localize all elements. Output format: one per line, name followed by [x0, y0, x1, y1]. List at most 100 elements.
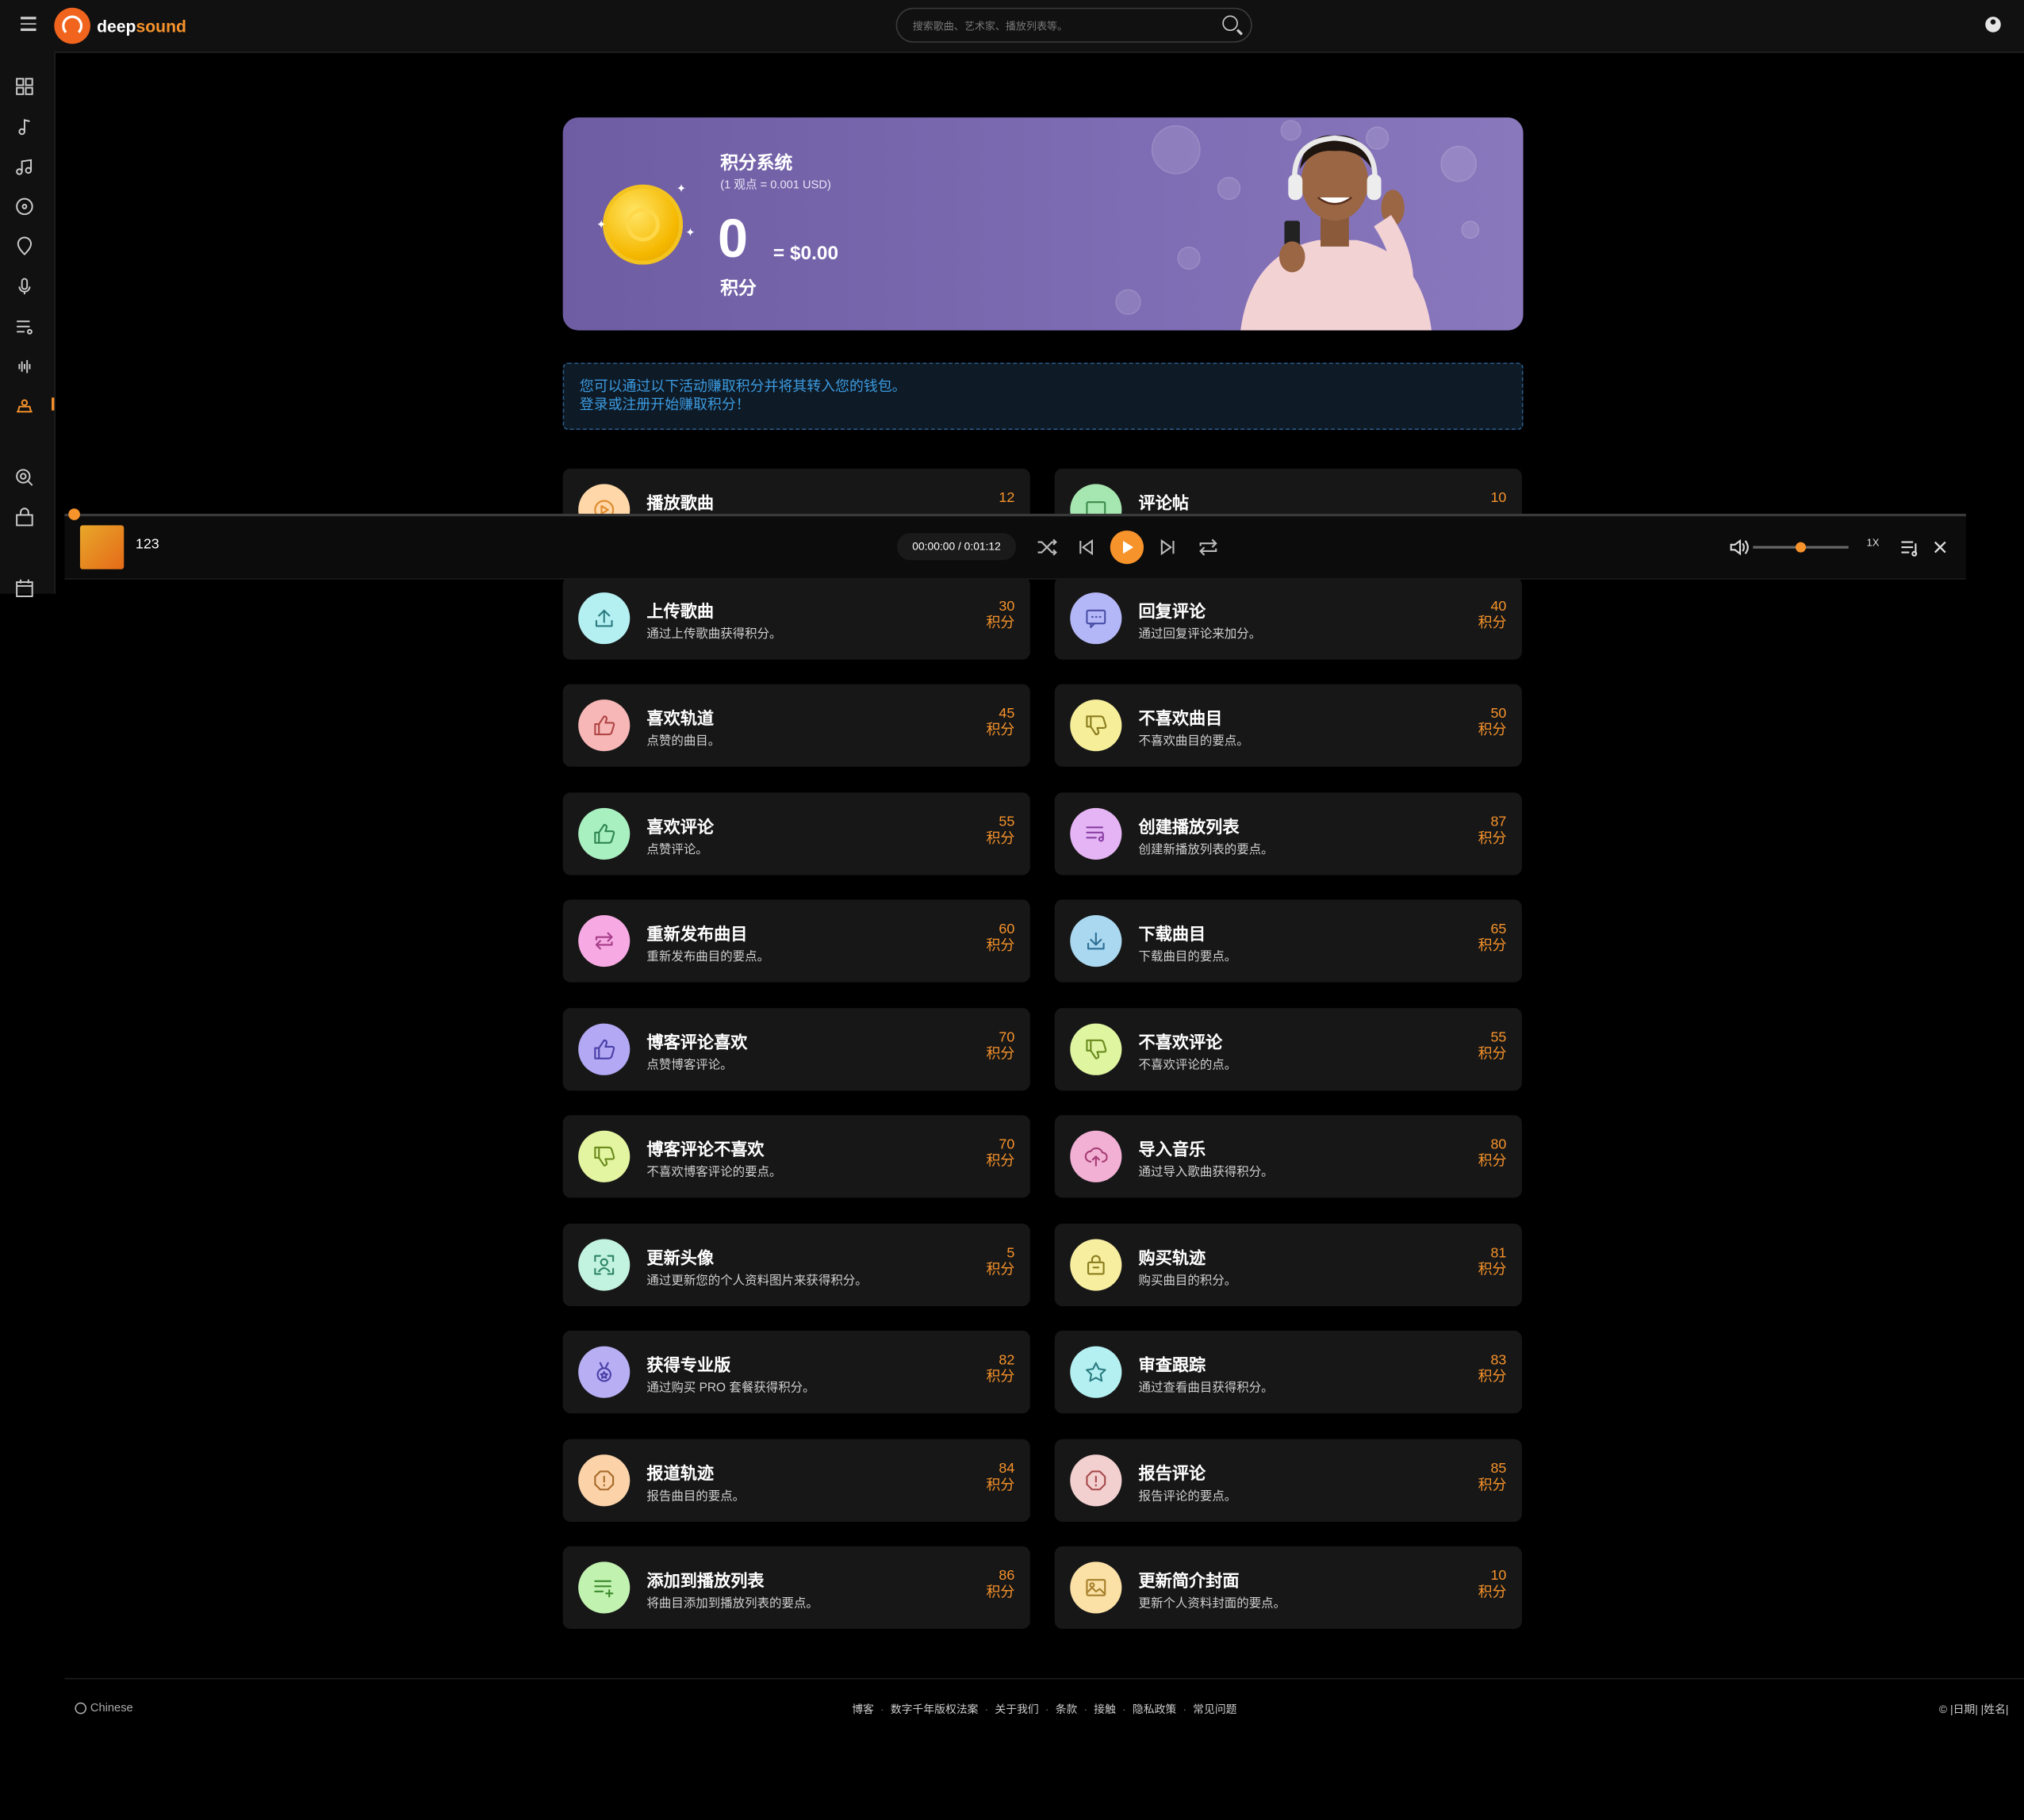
- footer-link[interactable]: 隐私政策: [1133, 1703, 1176, 1715]
- volume-icon[interactable]: [1727, 535, 1750, 558]
- activity-title: 导入音乐: [1138, 1140, 1206, 1159]
- thumbs-up-icon: [578, 1023, 631, 1075]
- activity-description: 报告曲目的要点。: [646, 1489, 746, 1504]
- gold-coin-icon: [603, 184, 684, 265]
- sidebar-points-icon[interactable]: [14, 397, 35, 417]
- thumbs-down-icon: [578, 1130, 631, 1182]
- activity-points-value: 55: [999, 814, 1015, 830]
- activity-description: 通过更新您的个人资料图片来获得积分。: [646, 1274, 868, 1289]
- sidebar-search-icon[interactable]: [14, 467, 35, 488]
- points-activity-card: 更新头像 通过更新您的个人资料图片来获得积分。 5 积分: [562, 1223, 1030, 1307]
- sidebar-songs-icon[interactable]: [14, 156, 35, 177]
- decor-bubble: [1115, 289, 1141, 316]
- footer-link[interactable]: 常见问题: [1193, 1703, 1236, 1715]
- previous-track-icon[interactable]: [1074, 535, 1097, 558]
- shuffle-icon[interactable]: [1035, 535, 1058, 558]
- sidebar-music-note-icon[interactable]: [14, 116, 35, 136]
- sparkle-icon: ✦: [676, 182, 687, 195]
- search-box: [895, 7, 1252, 43]
- activity-points: 12: [999, 490, 1014, 507]
- activity-points-unit: 积分: [986, 1046, 1015, 1063]
- language-selector[interactable]: Chinese: [75, 1701, 133, 1714]
- activity-points-unit: 积分: [986, 1584, 1015, 1601]
- activity-points: 84 积分: [986, 1461, 1014, 1494]
- track-progress-bar[interactable]: [64, 508, 1966, 520]
- logo[interactable]: deepsound: [54, 7, 186, 44]
- activity-title: 不喜欢评论: [1138, 1033, 1223, 1052]
- sidebar-calendar-icon[interactable]: [14, 578, 35, 599]
- activity-title: 购买轨迹: [1138, 1247, 1206, 1268]
- sidebar-discover-icon[interactable]: [14, 76, 35, 97]
- play-button[interactable]: [1110, 530, 1144, 565]
- volume-knob[interactable]: [1795, 542, 1807, 553]
- footer-link[interactable]: 关于我们: [995, 1703, 1038, 1715]
- track-time: 00:00:00 / 0:01:12: [897, 533, 1016, 561]
- sidebar-store-icon[interactable]: [14, 508, 35, 528]
- activity-points-value: 80: [1490, 1136, 1507, 1153]
- footer-link[interactable]: 博客: [852, 1703, 874, 1715]
- activity-title: 重新发布曲目: [646, 924, 748, 944]
- user-account-icon[interactable]: [1985, 17, 2001, 33]
- points-activity-card: 导入音乐 通过导入歌曲获得积分。 80 积分: [1054, 1115, 1522, 1198]
- points-activity-card: 报告评论 报告评论的要点。 85 积分: [1054, 1439, 1522, 1522]
- sidebar-album-icon[interactable]: [14, 196, 35, 216]
- globe-icon: [75, 1701, 87, 1714]
- sidebar-location-icon[interactable]: [14, 236, 35, 257]
- headphones-logo-icon: [54, 7, 90, 44]
- activity-points-unit: 积分: [986, 1262, 1015, 1278]
- next-track-icon[interactable]: [1156, 535, 1179, 558]
- sidebar-playlist-icon[interactable]: [14, 316, 35, 337]
- footer-link[interactable]: 条款: [1056, 1703, 1078, 1715]
- points-activity-card: 喜欢轨道 点赞的曲目。 45 积分: [562, 684, 1030, 767]
- sidebar-waveform-icon[interactable]: [14, 356, 35, 377]
- thumbs-down-icon: [1070, 699, 1122, 752]
- thumbs-up-icon: [578, 699, 631, 752]
- activity-points: 40 积分: [1478, 599, 1507, 632]
- image-icon: [1070, 1561, 1122, 1614]
- report-icon: [578, 1454, 631, 1507]
- activity-points-value: 55: [1490, 1029, 1507, 1046]
- search-input[interactable]: [910, 13, 1213, 39]
- activity-points-value: 12: [999, 490, 1015, 507]
- points-activity-card: 不喜欢曲目 不喜欢曲目的要点。 50 积分: [1054, 684, 1522, 767]
- activity-points-value: 40: [1490, 599, 1507, 615]
- current-track-title[interactable]: 123: [136, 537, 159, 553]
- repeat-icon[interactable]: [1197, 535, 1220, 558]
- search-icon[interactable]: [1222, 15, 1238, 32]
- queue-icon[interactable]: [1898, 535, 1921, 558]
- track-cover-art[interactable]: [79, 525, 125, 569]
- logo-text: deepsound: [97, 16, 186, 36]
- activity-points: 81 积分: [1478, 1246, 1507, 1279]
- activity-description: 通过购买 PRO 套餐获得积分。: [646, 1381, 815, 1396]
- points-activity-card: 喜欢评论 点赞评论。 55 积分: [562, 792, 1030, 876]
- sparkle-icon: ✦: [596, 218, 607, 232]
- activity-title: 博客评论喜欢: [646, 1033, 748, 1052]
- reply-icon: [1070, 592, 1122, 645]
- activity-title: 不喜欢曲目: [1138, 708, 1223, 728]
- bag-icon: [1070, 1239, 1122, 1291]
- activity-points: 45 积分: [986, 706, 1014, 739]
- activity-points-unit: 积分: [986, 615, 1015, 631]
- activity-points-unit: 积分: [986, 1154, 1015, 1170]
- footer-link[interactable]: 数字千年版权法案: [891, 1703, 979, 1715]
- volume-slider[interactable]: [1753, 542, 1849, 553]
- footer-separator: ·: [1122, 1702, 1126, 1716]
- activity-points-value: 70: [999, 1029, 1015, 1046]
- activity-points-value: 60: [999, 921, 1015, 937]
- earn-points-info-alert: 您可以通过以下活动赚取积分并将其转入您的钱包。 登录或注册开始赚取积分！: [562, 362, 1524, 430]
- progress-knob[interactable]: [68, 508, 80, 520]
- points-activity-card: 审查跟踪 通过查看曲目获得积分。 83 积分: [1054, 1331, 1522, 1414]
- close-player-icon[interactable]: [1929, 535, 1952, 558]
- activity-title: 评论帖: [1138, 492, 1190, 513]
- activity-points-value: 70: [999, 1136, 1015, 1153]
- points-activity-card: 不喜欢评论 不喜欢评论的点。 55 积分: [1054, 1008, 1522, 1091]
- activity-points-unit: 积分: [1478, 1584, 1507, 1601]
- sidebar-microphone-icon[interactable]: [14, 276, 35, 297]
- points-balance: 0: [717, 208, 748, 269]
- menu-icon[interactable]: [21, 17, 36, 31]
- footer-link[interactable]: 接触: [1094, 1703, 1116, 1715]
- decor-bubble: [1177, 246, 1201, 270]
- activity-points-value: 10: [1490, 490, 1507, 507]
- points-activity-card: 回复评论 通过回复评论来加分。 40 积分: [1054, 577, 1522, 660]
- playback-speed-button[interactable]: 1X: [1867, 537, 1880, 549]
